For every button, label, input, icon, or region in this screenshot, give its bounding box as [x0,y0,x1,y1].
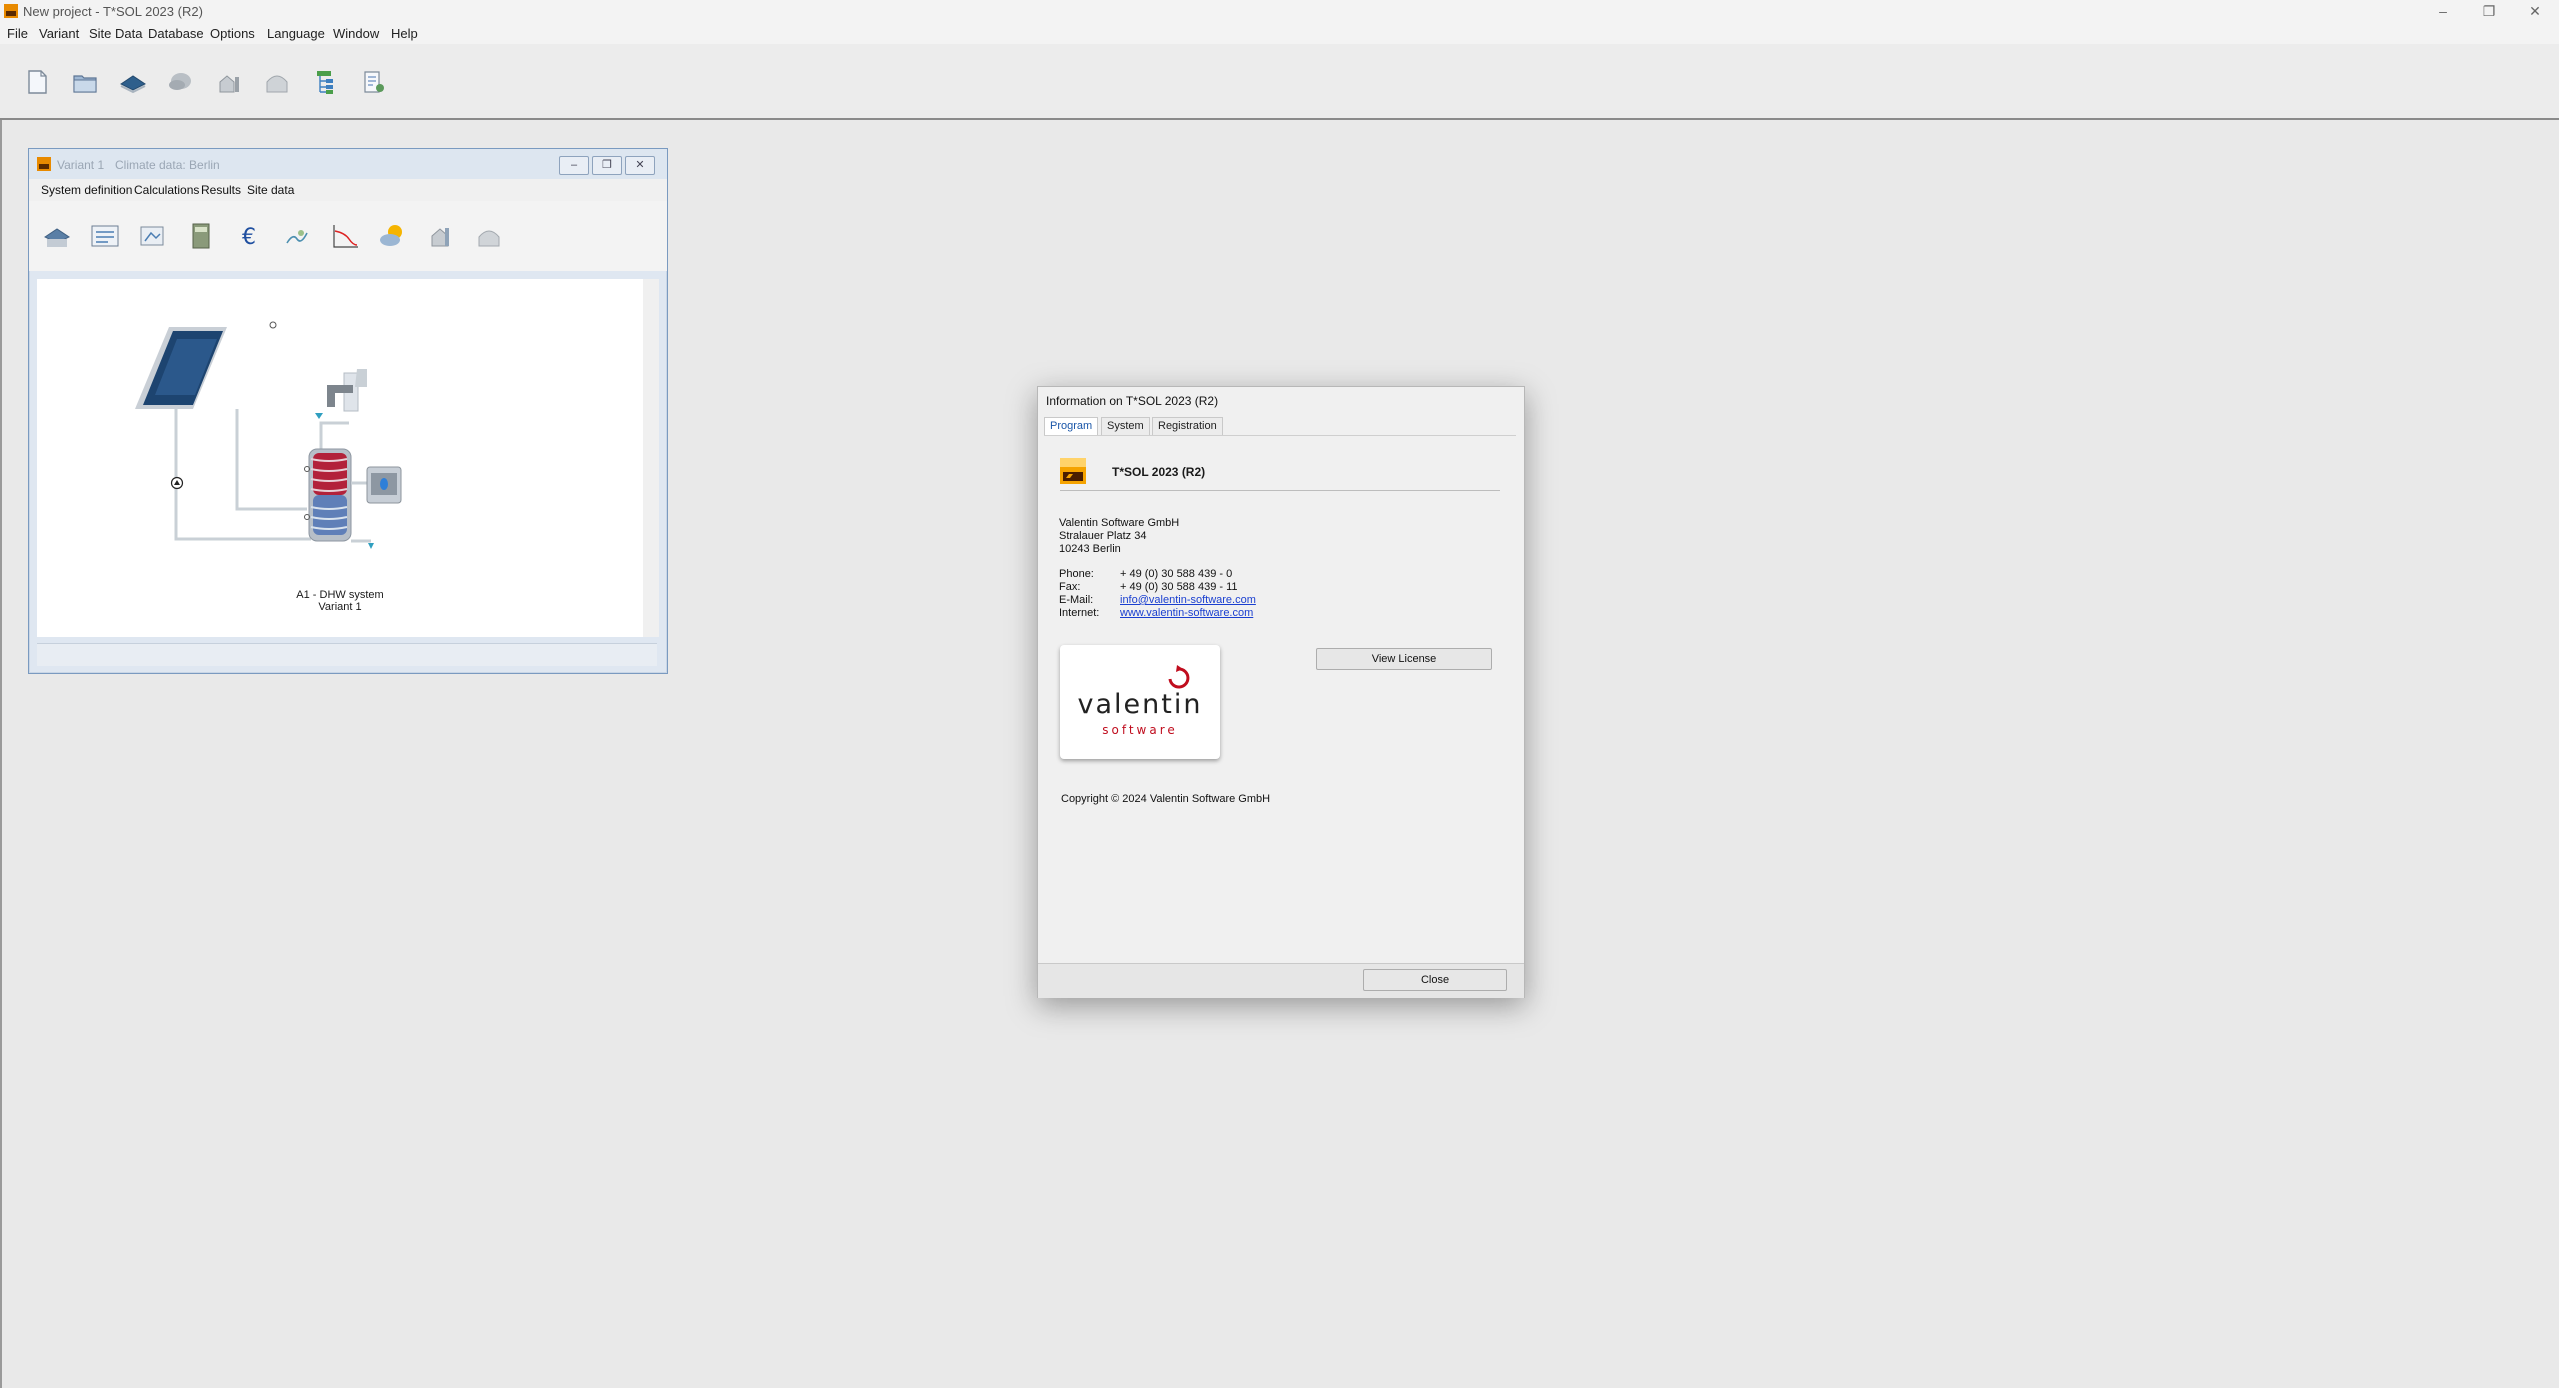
open-project-icon[interactable] [70,68,100,96]
dialog-footer: Close [1038,963,1524,998]
tree-structure-icon[interactable] [310,68,340,96]
child-maximize-button[interactable]: ❐ [592,156,622,175]
company-name: Valentin Software GmbH [1059,517,1180,529]
solar-collector [135,321,277,409]
fax-value: + 49 (0) 30 588 439 - 11 [1120,581,1238,593]
minimize-button[interactable]: – [2420,0,2466,22]
dhw-system-schematic [135,321,402,549]
logo-subtitle: software [1102,723,1178,737]
building-icon[interactable] [262,68,292,96]
variant-toolbar: € [29,201,667,271]
svg-text:€: € [242,225,256,250]
diagram-icon[interactable] [281,221,313,251]
storage-tank [304,448,352,542]
variant-menu-bar: System definition Calculations Results S… [29,179,667,201]
diagram-system-name: A1 - DHW system [296,589,384,601]
variant-climate-label: Climate data: Berlin [115,158,220,172]
variant-window-title: Variant 1 [57,158,105,172]
menu-help[interactable]: Help [391,26,418,41]
program-tab-panel: T*SOL 2023 (R2) Valentin Software GmbH S… [1044,435,1516,962]
program-name: T*SOL 2023 (R2) [1112,465,1206,479]
components-icon[interactable] [137,221,169,251]
menu-bar: File Variant Site Data Database Options … [0,22,2559,44]
close-window-button[interactable]: ✕ [2512,0,2558,22]
menu-variant[interactable]: Variant [39,26,79,41]
house-icon[interactable] [214,68,244,96]
variant-status-bar [37,643,657,666]
menu-language[interactable]: Language [267,26,325,41]
logo-swirl-icon [1168,665,1190,689]
menu-options[interactable]: Options [210,26,255,41]
boiler-icon [351,466,402,504]
logo-wordmark: valentin [1077,689,1203,720]
system-diagram[interactable]: A1 - DHW system Variant 1 [37,279,643,637]
system-parameters-icon[interactable] [89,221,121,251]
app-logo-icon [1060,458,1086,484]
info-dialog: Information on T*SOL 2023 (R2) Program S… [1037,386,1525,998]
tab-program[interactable]: Program [1044,417,1099,436]
menu-site-data-variant[interactable]: Site data [247,183,294,197]
building-icon[interactable] [473,221,505,251]
phone-label: Phone: [1059,568,1094,580]
menu-site-data[interactable]: Site Data [89,26,142,41]
weather-icon[interactable] [377,221,409,251]
cold-water-inlet-icon [351,539,374,549]
dialog-title: Information on T*SOL 2023 (R2) [1046,394,1219,408]
curve-chart-icon[interactable] [329,221,361,251]
menu-results[interactable]: Results [201,183,241,197]
close-button[interactable]: Close [1363,969,1507,991]
fax-label: Fax: [1059,581,1081,593]
menu-database[interactable]: Database [148,26,204,41]
climate-cloud-icon[interactable] [166,68,196,96]
new-project-icon[interactable] [22,68,52,96]
variant-window-caption[interactable]: Variant 1 Climate data: Berlin – ❐ ✕ [29,149,667,179]
hot-water-tap-icon [315,369,367,451]
menu-system-definition[interactable]: System definition [41,183,132,197]
house-icon[interactable] [425,221,457,251]
email-label: E-Mail: [1059,594,1094,606]
diagram-variant-name: Variant 1 [318,601,362,613]
child-minimize-button[interactable]: – [559,156,589,175]
child-close-button[interactable]: ✕ [625,156,655,175]
internet-label: Internet: [1059,607,1100,619]
phone-value: + 49 (0) 30 588 439 - 0 [1120,568,1233,580]
collector-loop-pipes [174,409,311,541]
system-selection-icon[interactable] [41,221,73,251]
app-icon [37,157,51,171]
collector-icon[interactable] [118,68,148,96]
copyright-text: Copyright © 2024 Valentin Software GmbH [1061,793,1271,805]
menu-calculations[interactable]: Calculations [134,183,199,197]
company-city: 10243 Berlin [1059,543,1121,555]
euro-icon[interactable]: € [233,221,265,251]
window-title: New project - T*SOL 2023 (R2) [23,4,203,19]
app-icon [4,4,18,18]
company-street: Stralauer Platz 34 [1059,530,1147,542]
vertical-scrollbar[interactable] [643,279,659,637]
restore-button[interactable]: ❐ [2466,0,2512,22]
title-bar: New project - T*SOL 2023 (R2) – ❐ ✕ [0,0,2559,22]
pump-icon [170,476,184,490]
print-report-icon[interactable] [358,68,388,96]
header-divider [1060,490,1500,491]
main-toolbar [0,44,2559,120]
menu-window[interactable]: Window [333,26,379,41]
view-license-button[interactable]: View License [1316,648,1492,670]
variant-window: Variant 1 Climate data: Berlin – ❐ ✕ Sys… [28,148,668,674]
tab-registration[interactable]: Registration [1152,417,1223,435]
calculator-icon[interactable] [185,221,217,251]
valentin-logo: valentin software [1060,645,1220,759]
tab-system[interactable]: System [1101,417,1150,435]
website-link[interactable]: www.valentin-software.com [1120,607,1253,619]
email-link[interactable]: info@valentin-software.com [1120,594,1256,606]
menu-file[interactable]: File [7,26,28,41]
